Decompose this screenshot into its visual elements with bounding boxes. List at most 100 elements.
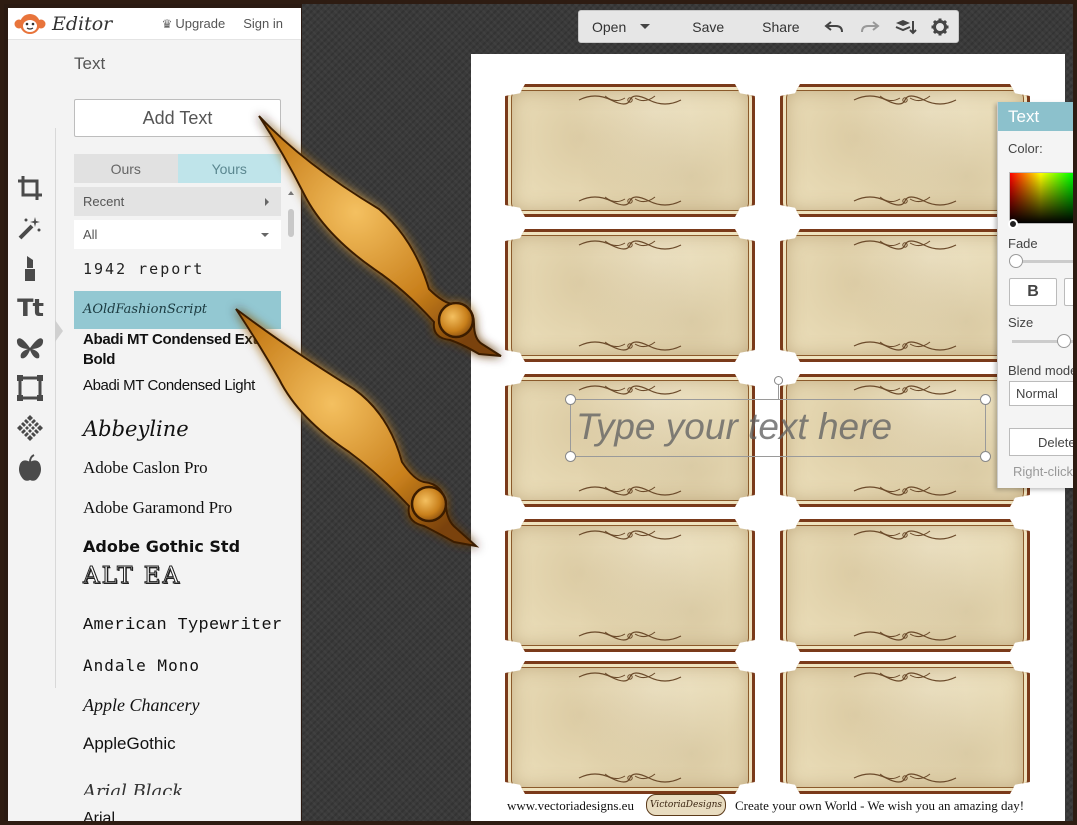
vintage-label-4[interactable] [780,229,1030,362]
lipstick-icon[interactable] [8,248,52,288]
left-panel: Editor ♛ Upgrade Sign in Tt Text Add Tex… [8,8,301,821]
flourish-ornament [850,628,960,644]
resize-handle-bottom-right[interactable] [980,451,991,462]
font-item[interactable]: Abadi MT Condensed Light [74,377,281,394]
italic-button[interactable] [1064,278,1073,306]
delete-button[interactable]: Delete [1009,428,1073,456]
font-filter-select[interactable]: All [74,220,281,249]
app-logo[interactable]: Editor [14,13,112,35]
flourish-ornament [850,483,960,499]
vintage-label-1[interactable] [505,84,755,217]
font-item[interactable]: Adobe Garamond Pro [74,498,281,518]
settings-icon[interactable] [928,11,952,42]
blend-mode-label: Blend mode [1008,363,1077,378]
panel-title: Text [74,54,106,73]
recent-label: Recent [83,194,125,209]
flourish-ornament [850,193,960,209]
font-item[interactable]: 1942 report [74,260,281,286]
vintage-label-9[interactable] [505,661,755,794]
upgrade-label: Upgrade [175,16,226,31]
flourish-ornament [575,527,685,543]
flourish-ornament [575,338,685,354]
rotate-handle[interactable] [774,376,783,385]
magic-wand-icon[interactable] [8,208,52,248]
font-item[interactable]: Arial Black [74,781,281,795]
tool-rail: Tt [8,168,52,488]
layers-icon[interactable] [894,11,918,42]
vintage-label-3[interactable] [505,229,755,362]
add-text-button[interactable]: Add Text [74,99,281,137]
font-item[interactable]: Andale Mono [74,656,281,675]
font-item-selected[interactable]: AOldFashionScript [74,291,281,329]
flourish-ornament [575,92,685,108]
flourish-ornament [850,237,960,253]
butterfly-icon[interactable] [8,328,52,368]
panel-divider [55,128,56,688]
crown-icon: ♛ [161,16,173,31]
flourish-ornament [575,669,685,685]
apple-icon[interactable] [8,448,52,488]
rotate-handle-line [778,385,779,399]
vintage-label-10[interactable] [780,661,1030,794]
screenshot-frame: www.vectoriadesigns.eu VictoriaDesigns C… [0,0,1077,825]
open-label: Open [592,18,627,35]
app-header: Editor ♛ Upgrade Sign in [8,8,301,40]
font-item[interactable]: ALT EA [74,563,281,589]
resize-handle-top-left[interactable] [565,394,576,405]
flourish-ornament [575,628,685,644]
scroll-up-arrow-icon[interactable] [288,191,294,195]
font-item[interactable]: American Typewriter [74,616,281,635]
redo-icon[interactable] [858,11,882,42]
color-picker-cursor[interactable] [1008,219,1018,229]
logo-text: Editor [52,12,113,35]
text-properties-title: Text [998,102,1073,131]
tab-yours[interactable]: Yours [177,154,281,183]
flourish-ornament [575,193,685,209]
scrollbar-thumb[interactable] [288,209,294,237]
fade-label: Fade [1008,236,1038,251]
font-item[interactable]: Apple Chancery [74,695,281,716]
flourish-ornament [850,92,960,108]
font-item[interactable]: Adobe Caslon Pro [74,458,281,478]
color-picker[interactable] [1009,172,1073,224]
text-box-placeholder[interactable]: Type your text here [576,406,892,448]
font-item[interactable]: AppleGothic [74,734,281,754]
open-button[interactable]: Open [579,11,662,42]
active-tool-pointer [55,320,63,342]
monkey-logo-icon [14,13,46,34]
chevron-down-icon [640,24,651,29]
flourish-ornament [850,669,960,685]
tab-ours[interactable]: Ours [74,154,178,183]
recent-menu[interactable]: Recent [74,187,281,216]
resize-handle-top-right[interactable] [980,394,991,405]
frame-icon[interactable] [8,368,52,408]
font-list: 1942 report AOldFashionScript Abadi MT C… [74,253,281,821]
font-item[interactable]: Adobe Gothic Std [74,537,281,556]
flourish-ornament [850,770,960,786]
vintage-label-8[interactable] [780,519,1030,652]
save-button[interactable]: Save [680,11,736,42]
sign-in-link[interactable]: Sign in [243,16,283,31]
size-label: Size [1008,315,1034,330]
text-icon[interactable]: Tt [8,288,52,328]
fade-slider-knob[interactable] [1009,254,1023,268]
vintage-label-2[interactable] [780,84,1030,217]
font-list-scrollbar[interactable] [287,191,295,821]
upgrade-link[interactable]: ♛ Upgrade [162,16,226,31]
vintage-label-7[interactable] [505,519,755,652]
share-button[interactable]: Share [750,11,811,42]
font-item[interactable]: Arial [74,810,281,821]
flourish-ornament [850,382,960,398]
blend-mode-select[interactable]: Normal [1009,381,1073,406]
bold-button[interactable]: B [1009,278,1057,306]
texture-icon[interactable] [8,408,52,448]
crop-icon[interactable] [8,168,52,208]
resize-handle-bottom-left[interactable] [565,451,576,462]
font-item[interactable]: Abbeyline [74,417,281,441]
size-slider-knob[interactable] [1057,334,1071,348]
undo-icon[interactable] [822,11,846,42]
font-item[interactable]: Abadi MT Condensed Extra Bold [74,330,281,364]
text-box[interactable]: Type your text here [565,394,991,462]
footer-badge-logo: VictoriaDesigns [646,794,726,816]
flourish-ornament [850,527,960,543]
